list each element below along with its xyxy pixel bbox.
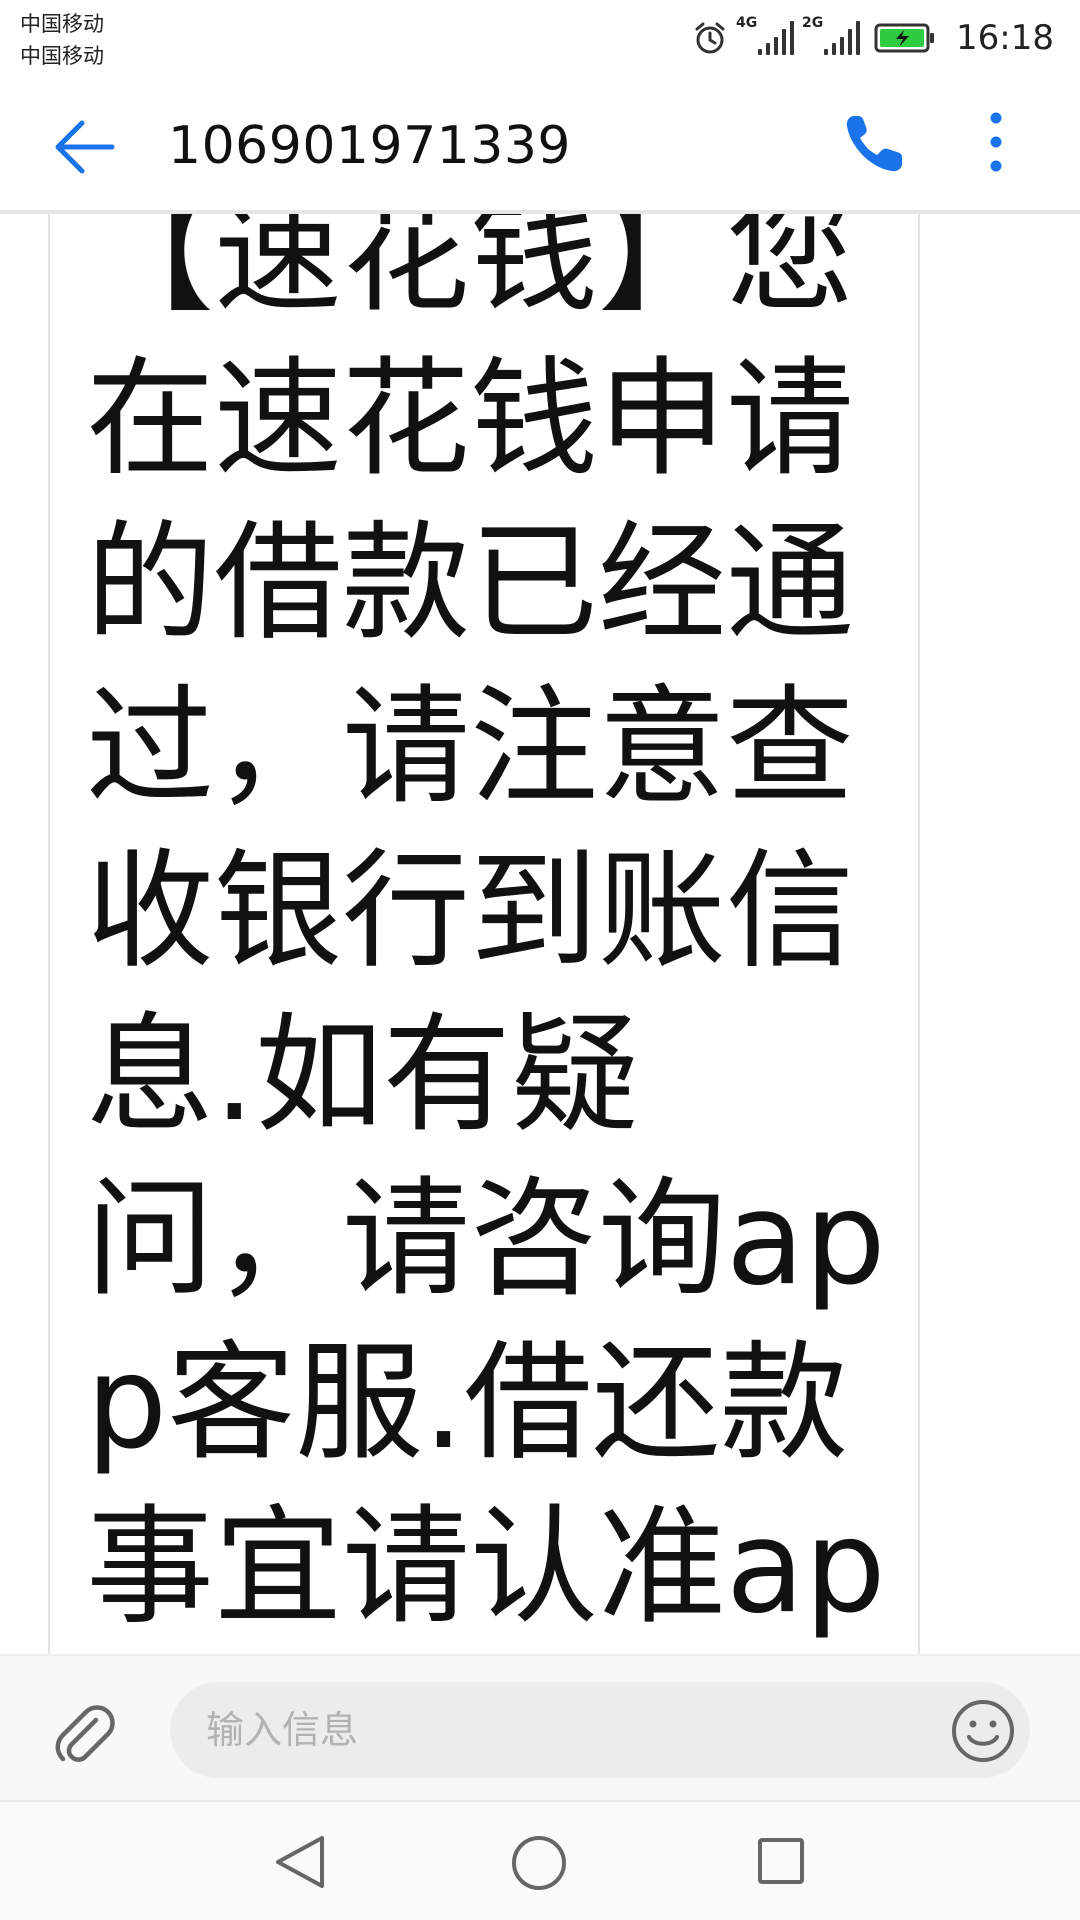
sms-conversation-screen: 中国移动 中国移动 4G 2G 16:18 106901971339 【速花钱】… bbox=[0, 0, 1080, 1920]
message-text: 【速花钱】您在速花钱申请的借款已经通过，请注意查收银行到账信息.如有疑问，请咨询… bbox=[86, 214, 886, 1642]
signal-4g-label: 4G bbox=[736, 15, 758, 31]
carrier-2: 中国移动 bbox=[20, 44, 104, 68]
message-input[interactable] bbox=[170, 1682, 1030, 1778]
signal-4g-icon: 4G bbox=[736, 15, 795, 55]
phone-icon[interactable] bbox=[840, 108, 910, 178]
conversation-header: 106901971339 bbox=[0, 80, 1080, 214]
paperclip-icon[interactable] bbox=[50, 1700, 120, 1770]
contact-number: 106901971339 bbox=[168, 116, 572, 176]
system-nav-bar bbox=[0, 1800, 1080, 1920]
nav-back-icon[interactable] bbox=[272, 1832, 328, 1892]
nav-recents-icon[interactable] bbox=[756, 1836, 806, 1886]
more-vertical-icon[interactable] bbox=[976, 108, 1016, 178]
emoji-icon[interactable] bbox=[950, 1698, 1016, 1764]
nav-home-icon[interactable] bbox=[510, 1834, 568, 1892]
signal-2g-label: 2G bbox=[802, 15, 824, 31]
message-bubble[interactable]: 【速花钱】您在速花钱申请的借款已经通过，请注意查收银行到账信息.如有疑问，请咨询… bbox=[48, 214, 920, 1654]
message-list[interactable]: 【速花钱】您在速花钱申请的借款已经通过，请注意查收银行到账信息.如有疑问，请咨询… bbox=[0, 214, 1080, 1654]
status-icons: 4G 2G 16:18 bbox=[692, 14, 1054, 62]
alarm-icon bbox=[695, 22, 725, 54]
back-arrow-icon[interactable] bbox=[50, 112, 120, 182]
battery-charging-icon bbox=[874, 23, 935, 53]
status-time: 16:18 bbox=[956, 18, 1054, 58]
carrier-1: 中国移动 bbox=[20, 12, 104, 36]
composer-bar bbox=[0, 1654, 1080, 1802]
signal-2g-icon: 2G bbox=[802, 15, 861, 55]
carrier-info: 中国移动 中国移动 bbox=[20, 8, 104, 72]
status-bar: 中国移动 中国移动 4G 2G 16:18 bbox=[0, 0, 1080, 80]
